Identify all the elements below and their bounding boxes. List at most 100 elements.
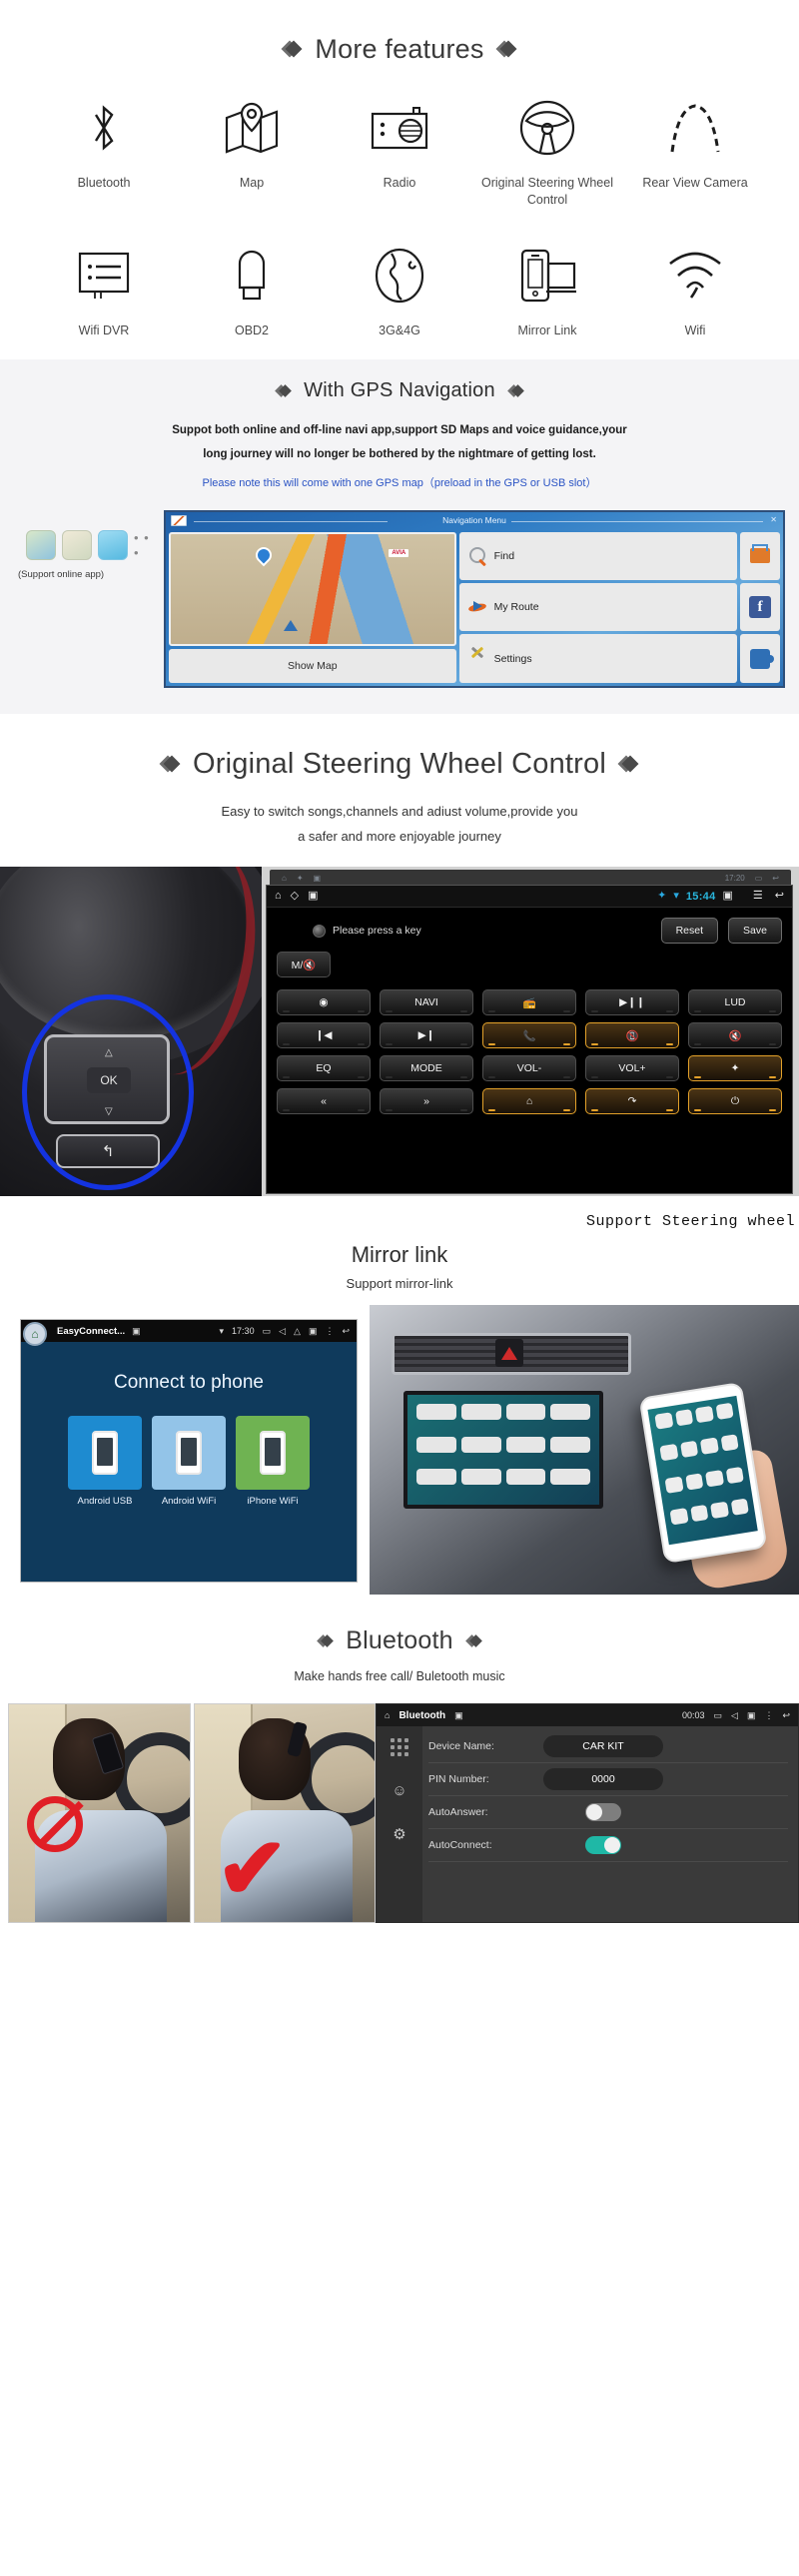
- iphone-wifi-icon: [236, 1416, 310, 1491]
- home-icon[interactable]: ⌂: [385, 1710, 390, 1720]
- swc-key[interactable]: 📵: [585, 1022, 679, 1049]
- waze-app-icon[interactable]: [98, 529, 128, 560]
- back-icon[interactable]: ↩: [782, 1710, 790, 1721]
- setting-label: Device Name:: [428, 1740, 494, 1753]
- swc-key[interactable]: ⌂: [482, 1088, 576, 1115]
- feature-label: OBD2: [234, 322, 270, 337]
- menu-icon[interactable]: ☰: [753, 891, 763, 902]
- route-icon: [468, 598, 487, 617]
- swc-key[interactable]: »: [380, 1088, 473, 1115]
- find-button[interactable]: Find: [458, 531, 737, 581]
- back-icon[interactable]: ↩: [342, 1326, 350, 1337]
- setting-toggle[interactable]: [585, 1836, 621, 1855]
- image-icon[interactable]: ▣: [454, 1710, 463, 1721]
- save-button[interactable]: Save: [728, 918, 782, 945]
- swc-key[interactable]: 🔇: [688, 1022, 782, 1049]
- wifi-icon: ▾: [673, 890, 679, 903]
- maps-app-icon[interactable]: [26, 529, 56, 560]
- bluetooth-header: Bluetooth: [0, 1626, 799, 1655]
- swc-key[interactable]: ↷: [585, 1088, 679, 1115]
- camera-icon[interactable]: ▭: [263, 1326, 272, 1337]
- show-map-button[interactable]: Show Map: [169, 648, 456, 683]
- swc-key[interactable]: 📞: [482, 1022, 576, 1049]
- settings-row: Device Name: CAR KIT: [428, 1730, 788, 1764]
- volume-icon[interactable]: ◁: [731, 1710, 738, 1721]
- swc-key[interactable]: ⏻: [688, 1088, 782, 1115]
- more-icon[interactable]: ⋮: [325, 1326, 334, 1337]
- swc-key[interactable]: ❙◀: [277, 1022, 371, 1049]
- setting-toggle[interactable]: [585, 1803, 621, 1822]
- swc-key-grid: ◉ NAVI 📻 ▶❙❙ LUD ❙◀ ▶❙ 📞 📵 🔇 EQ MODE VOL- VOL+ ✦ « » ⌂ ↷ ⏻: [267, 985, 792, 1124]
- panel-statusbar: ⌂ Bluetooth ▣ 00:03 ▭ ◁ ▣ ⋮ ↩: [377, 1704, 798, 1727]
- volume-icon[interactable]: ◁: [279, 1326, 286, 1337]
- swc-key[interactable]: VOL+: [585, 1055, 679, 1082]
- nav-side-buttons: f: [740, 531, 780, 683]
- navigation-app-icon[interactable]: [62, 529, 92, 560]
- close-icon[interactable]: ✕: [770, 515, 777, 524]
- swc-key[interactable]: NAVI: [380, 989, 473, 1016]
- dialpad-icon[interactable]: [391, 1738, 408, 1757]
- mirror-link-subtitle: Support mirror-link: [346, 1276, 453, 1292]
- contacts-icon[interactable]: ☺: [392, 1782, 406, 1799]
- camera-icon[interactable]: ▣: [723, 891, 733, 902]
- settings-button[interactable]: Settings: [458, 634, 737, 683]
- image-icon[interactable]: ▣: [308, 891, 318, 902]
- map-preview[interactable]: AVIA: [169, 531, 456, 646]
- radio-icon: [370, 91, 429, 165]
- status-bar: ⌂ ◇ ▣ ✦ ▾ 15:44 ▣ ☰ ↩: [267, 886, 792, 909]
- swc-subtitle-1: Easy to switch songs,channels and adiust…: [221, 803, 578, 819]
- mute-key[interactable]: M/🔇: [277, 952, 331, 978]
- feature-obd2: OBD2: [178, 239, 326, 339]
- swc-key[interactable]: «: [277, 1088, 371, 1115]
- home-icon[interactable]: ⌂: [23, 1322, 47, 1347]
- unit-ghost-statusbar: ⌂ ✦ ▣ 17:20 ▭ ↩: [270, 870, 791, 887]
- reset-button[interactable]: Reset: [660, 918, 718, 945]
- wheel-back-button[interactable]: ↰: [56, 1134, 160, 1169]
- rear-camera-icon: [664, 91, 726, 165]
- swc-key[interactable]: ◉: [277, 989, 371, 1016]
- tile-iphone-wifi[interactable]: iPhone WiFi: [236, 1416, 310, 1507]
- home-icon[interactable]: ⌂: [275, 891, 282, 902]
- warning-icon[interactable]: △: [294, 1326, 301, 1337]
- wifi-icon: [664, 239, 726, 313]
- my-route-button[interactable]: My Route: [458, 583, 737, 632]
- facebook-button[interactable]: f: [740, 583, 780, 632]
- search-icon: [468, 546, 487, 565]
- mirror-link-body: ⌂ EasyConnect... ▣ ▾ 17:30 ▭ ◁ △ ▣ ⋮ ↩ C…: [0, 1305, 799, 1596]
- ghost-bt-icon: ✦: [296, 873, 304, 883]
- swc-key[interactable]: ▶❙❙: [585, 989, 679, 1016]
- swc-key[interactable]: EQ: [277, 1055, 371, 1082]
- diamond-right-icon: [509, 384, 522, 397]
- down-arrow-icon[interactable]: ▽: [105, 1106, 113, 1117]
- extras-button[interactable]: [740, 634, 780, 683]
- back-icon[interactable]: ↩: [775, 891, 784, 902]
- settings-gear-icon[interactable]: ⚙: [393, 1825, 405, 1843]
- swc-key[interactable]: VOL-: [482, 1055, 576, 1082]
- swc-key[interactable]: 📻: [482, 989, 576, 1016]
- swc-key[interactable]: ▶❙: [380, 1022, 473, 1049]
- bluetooth-title: Bluetooth: [346, 1626, 453, 1655]
- close-icon[interactable]: ▣: [309, 1326, 318, 1337]
- setting-value[interactable]: 0000: [543, 1768, 663, 1791]
- more-icon[interactable]: ⋮: [764, 1710, 773, 1721]
- envelope-icon[interactable]: [171, 514, 187, 526]
- swc-key[interactable]: ✦: [688, 1055, 782, 1082]
- setting-value[interactable]: CAR KIT: [543, 1735, 663, 1758]
- head-unit-display: [403, 1391, 603, 1510]
- tile-android-wifi[interactable]: Android WiFi: [152, 1416, 226, 1507]
- shop-button[interactable]: [740, 531, 780, 581]
- ok-button[interactable]: OK: [87, 1067, 131, 1094]
- swc-key[interactable]: MODE: [380, 1055, 473, 1082]
- diamond-icon[interactable]: ◇: [291, 891, 299, 902]
- tile-android-usb[interactable]: Android USB: [68, 1416, 142, 1507]
- panel-main: ☺ ⚙ Device Name: CAR KIT PIN Number: 0000 Au…: [377, 1726, 798, 1923]
- close-icon[interactable]: ▣: [747, 1710, 756, 1721]
- toggle-wrapper: [543, 1836, 663, 1855]
- swc-key[interactable]: LUD: [688, 989, 782, 1016]
- prompt-row: Please press a key Reset Save: [267, 908, 792, 946]
- map-icon: [223, 91, 281, 165]
- image-icon[interactable]: ▣: [132, 1326, 141, 1337]
- connect-heading: Connect to phone: [113, 1372, 264, 1394]
- up-arrow-icon[interactable]: △: [105, 1047, 113, 1058]
- feature-mirror-link: Mirror Link: [473, 239, 621, 339]
